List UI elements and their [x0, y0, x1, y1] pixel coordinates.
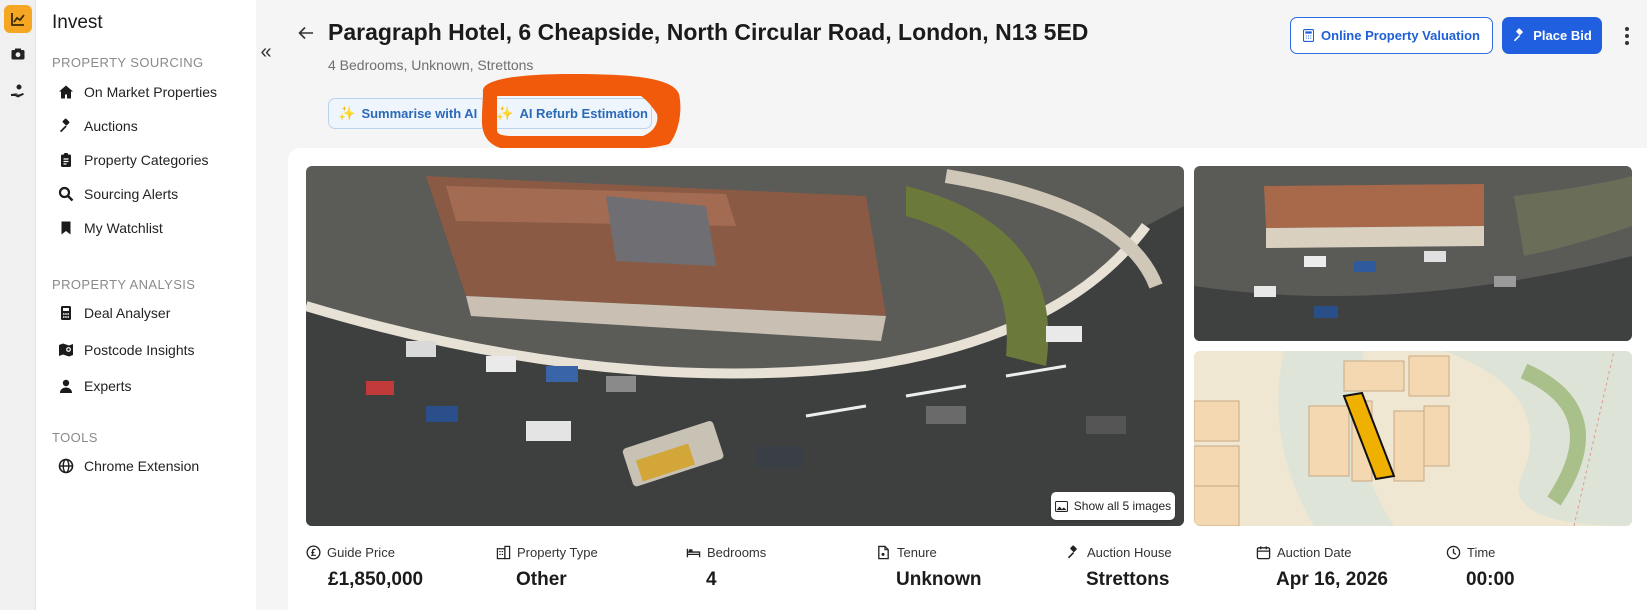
time-label: Time — [1467, 545, 1496, 560]
section-property-sourcing: PROPERTY SOURCING — [52, 55, 204, 70]
valuation-label: Online Property Valuation — [1321, 28, 1480, 43]
pound-icon — [306, 545, 321, 560]
sidebar-item-label: Experts — [84, 378, 132, 394]
sidebar-item-label: Chrome Extension — [84, 458, 200, 474]
gavel-icon — [60, 118, 70, 133]
page-subtitle: 4 Bedrooms, Unknown, Strettons — [328, 57, 534, 73]
calendar-icon — [1256, 546, 1271, 560]
sidebar-item-my-watchlist[interactable]: My Watchlist — [58, 215, 163, 241]
sidebar: Invest PROPERTY SOURCING On Market Prope… — [36, 0, 256, 610]
place-bid-label: Place Bid — [1533, 28, 1592, 43]
property-type-label: Property Type — [517, 545, 598, 560]
invest-rail-button[interactable] — [4, 5, 32, 33]
fact-property-type: Property Type Other — [496, 545, 598, 590]
sidebar-item-deal-analyser[interactable]: Deal Analyser — [58, 300, 170, 326]
fact-auction-date: Auction Date Apr 16, 2026 — [1256, 545, 1388, 590]
gavel-icon — [1514, 28, 1523, 42]
auction-date-label: Auction Date — [1277, 545, 1352, 560]
home-icon — [59, 85, 73, 99]
auction-house-label: Auction House — [1087, 545, 1172, 560]
sidebar-item-property-categories[interactable]: Property Categories — [58, 147, 209, 173]
sidebar-item-experts[interactable]: Experts — [58, 373, 131, 399]
hand-coin-icon — [11, 84, 24, 98]
back-button[interactable] — [295, 22, 317, 44]
clock-icon — [1446, 545, 1461, 560]
tenure-label: Tenure — [897, 545, 937, 560]
show-all-images-button[interactable]: Show all 5 images — [1051, 492, 1175, 520]
sidebar-item-on-market-properties[interactable]: On Market Properties — [58, 79, 217, 105]
arrow-left-icon — [298, 26, 313, 40]
section-property-analysis: PROPERTY ANALYSIS — [52, 277, 196, 292]
secondary-property-photo[interactable] — [1194, 166, 1632, 341]
property-type-value: Other — [516, 569, 567, 590]
globe-icon — [58, 458, 74, 474]
bookmark-icon — [61, 221, 71, 235]
auction-house-value: Strettons — [1086, 569, 1170, 590]
show-all-label: Show all 5 images — [1073, 499, 1172, 513]
icon-rail — [0, 0, 36, 610]
online-property-valuation-button[interactable]: Online Property Valuation — [1290, 17, 1493, 54]
fact-guide-price: Guide Price £1,850,000 — [306, 545, 423, 590]
sidebar-item-label: Postcode Insights — [84, 342, 195, 358]
sidebar-item-label: Property Categories — [84, 152, 209, 168]
sidebar-item-label: On Market Properties — [84, 84, 218, 100]
fact-time: Time 00:00 — [1446, 545, 1515, 590]
sidebar-item-postcode-insights[interactable]: Postcode Insights — [58, 337, 195, 363]
bedrooms-value: 4 — [706, 569, 717, 590]
calculator-icon — [61, 306, 71, 320]
fact-tenure: Tenure Unknown — [876, 545, 982, 590]
camera-icon — [11, 48, 25, 60]
sparkle-icon: ✨ — [338, 105, 356, 121]
fact-bedrooms: Bedrooms 4 — [686, 545, 767, 590]
sidebar-item-chrome-extension[interactable]: Chrome Extension — [58, 453, 199, 479]
chart-icon — [11, 13, 25, 26]
site-plan-map[interactable] — [1194, 351, 1632, 526]
summarise-with-ai-button[interactable]: ✨ Summarise with AI — [328, 98, 488, 129]
bed-icon — [686, 548, 701, 558]
main-property-photo[interactable] — [306, 166, 1184, 526]
place-bid-button[interactable]: Place Bid — [1502, 17, 1602, 54]
tenure-value: Unknown — [896, 569, 982, 590]
bedrooms-label: Bedrooms — [707, 545, 767, 560]
document-icon — [878, 545, 889, 560]
image-icon — [1054, 500, 1068, 512]
search-icon — [58, 186, 74, 202]
double-chevron-left-icon: « — [260, 40, 272, 63]
sidebar-item-auctions[interactable]: Auctions — [58, 113, 138, 139]
page-title: Paragraph Hotel, 6 Cheapside, North Circ… — [328, 19, 1089, 45]
building-icon — [496, 545, 511, 560]
hand-rail-button[interactable] — [4, 77, 32, 105]
sidebar-item-label: Deal Analyser — [84, 305, 171, 321]
auction-date-value: Apr 16, 2026 — [1276, 569, 1388, 590]
sidebar-item-label: Auctions — [84, 118, 138, 134]
collapse-sidebar-button[interactable]: « — [254, 40, 278, 64]
section-tools: TOOLS — [52, 430, 98, 445]
orange-highlight-annotation — [481, 74, 681, 152]
more-options-button[interactable] — [1620, 24, 1634, 48]
person-icon — [60, 379, 72, 393]
clipboard-icon — [61, 153, 71, 167]
sidebar-item-label: Sourcing Alerts — [84, 186, 179, 202]
sidebar-item-sourcing-alerts[interactable]: Sourcing Alerts — [58, 181, 178, 207]
app-title: Invest — [52, 12, 103, 33]
sidebar-item-label: My Watchlist — [84, 220, 163, 236]
fact-auction-house: Auction House Strettons — [1066, 545, 1172, 590]
guide-price-label: Guide Price — [327, 545, 395, 560]
calculator-icon — [1303, 29, 1315, 42]
map-pin-icon — [59, 343, 73, 357]
camera-rail-button[interactable] — [4, 40, 32, 68]
summarise-label: Summarise with AI — [361, 106, 478, 121]
gavel-icon — [1067, 545, 1077, 559]
guide-price-value: £1,850,000 — [328, 569, 424, 590]
time-value: 00:00 — [1466, 569, 1515, 590]
